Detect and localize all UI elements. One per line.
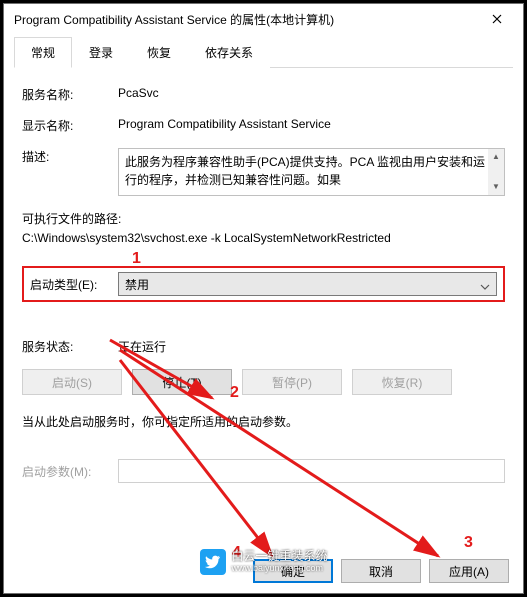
annotation-2: 2 [230,384,239,402]
tab-panel-general: 服务名称: PcaSvc 显示名称: Program Compatibility… [14,68,513,511]
resume-button: 恢复(R) [352,369,452,395]
window-title: Program Compatibility Assistant Service … [14,11,477,28]
tab-general[interactable]: 常规 [14,37,72,68]
service-status-value: 正在运行 [118,338,505,355]
annotation-3: 3 [464,534,473,552]
start-params-hint: 当从此处启动服务时，你可指定所适用的启动参数。 [22,413,505,431]
watermark: 白云一键重装系统 www.baiyunxitong.com [199,549,327,575]
service-status-label: 服务状态: [22,338,118,355]
close-icon [492,14,502,24]
description-scrollbar[interactable]: ▲ ▼ [488,149,504,195]
display-name-label: 显示名称: [22,117,118,134]
tab-strip: 常规 登录 恢复 依存关系 [14,36,513,68]
start-button: 启动(S) [22,369,122,395]
tab-logon[interactable]: 登录 [72,37,130,68]
stop-button[interactable]: 停止(T) [132,369,232,395]
watermark-line1: 白云一键重装系统 [231,550,327,563]
scroll-track[interactable] [488,165,504,179]
scroll-down-icon[interactable]: ▼ [488,179,504,195]
pause-button: 暂停(P) [242,369,342,395]
description-label: 描述: [22,148,118,196]
description-text: 此服务为程序兼容性助手(PCA)提供支持。PCA 监视由用户安装和运行的程序，并… [125,155,485,187]
cancel-button[interactable]: 取消 [341,559,421,583]
exe-path-value: C:\Windows\system32\svchost.exe -k Local… [22,229,505,248]
description-textbox[interactable]: 此服务为程序兼容性助手(PCA)提供支持。PCA 监视由用户安装和运行的程序，并… [118,148,505,196]
close-button[interactable] [477,5,517,33]
service-name-label: 服务名称: [22,86,118,103]
service-name-value: PcaSvc [118,86,505,103]
tab-recovery[interactable]: 恢复 [130,37,188,68]
start-params-input [118,459,505,483]
service-control-buttons: 启动(S) 停止(T) 暂停(P) 恢复(R) [22,369,505,395]
startup-type-value: 禁用 [125,276,149,293]
display-name-value: Program Compatibility Assistant Service [118,117,505,134]
watermark-icon [199,549,225,575]
chevron-down-icon [480,279,490,293]
exe-path-label: 可执行文件的路径: [22,210,505,229]
startup-type-highlight: 1 启动类型(E): 禁用 [22,266,505,302]
tab-dependencies[interactable]: 依存关系 [188,37,270,68]
titlebar: Program Compatibility Assistant Service … [4,4,523,34]
apply-button[interactable]: 应用(A) [429,559,509,583]
scroll-up-icon[interactable]: ▲ [488,149,504,165]
annotation-1: 1 [132,250,141,268]
startup-type-label: 启动类型(E): [30,276,118,293]
watermark-line2: www.baiyunxitong.com [231,564,327,574]
start-params-label: 启动参数(M): [22,463,118,480]
properties-dialog: Program Compatibility Assistant Service … [3,3,524,594]
startup-type-select[interactable]: 禁用 [118,272,497,296]
